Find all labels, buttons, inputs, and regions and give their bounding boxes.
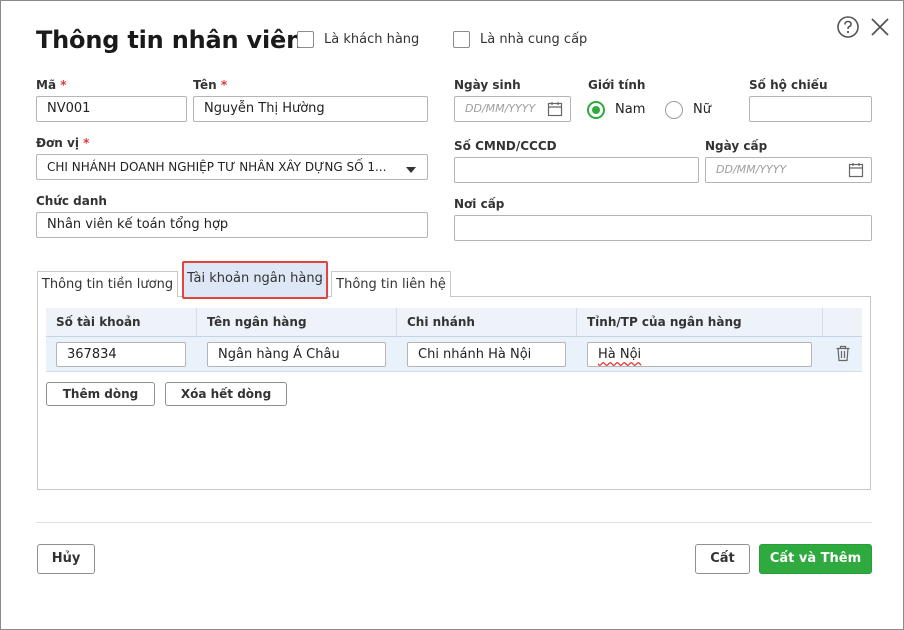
issue-place-input[interactable]	[454, 215, 872, 241]
footer-divider	[36, 522, 872, 523]
passport-input[interactable]	[749, 96, 872, 122]
code-input[interactable]: NV001	[36, 96, 187, 122]
id-number-label: Số CMND/CCCD	[454, 139, 557, 153]
trash-icon[interactable]	[835, 345, 851, 362]
tab-contact-info[interactable]: Thông tin liên hệ	[331, 271, 451, 297]
gender-male-radio[interactable]	[587, 101, 605, 119]
col-header-bank: Tên ngân hàng	[207, 315, 307, 329]
calendar-icon[interactable]	[848, 162, 864, 178]
supplier-checkbox[interactable]	[453, 31, 470, 48]
customer-checkbox[interactable]	[297, 31, 314, 48]
code-label: Mã *	[36, 78, 67, 92]
issue-date-label: Ngày cấp	[705, 139, 768, 153]
province-cell[interactable]: Hà Nội	[587, 342, 812, 367]
dialog-title: Thông tin nhân viên	[36, 26, 303, 54]
save-and-add-button[interactable]: Cất và Thêm	[759, 544, 872, 574]
bank-name-cell[interactable]: Ngân hàng Á Châu	[207, 342, 386, 367]
close-icon[interactable]	[870, 17, 890, 37]
help-icon[interactable]	[837, 16, 859, 38]
name-label: Tên *	[193, 78, 228, 92]
unit-select[interactable]: CHI NHÁNH DOANH NGHIỆP TƯ NHÂN XÂY DỰNG …	[36, 154, 428, 180]
dropdown-arrow-icon[interactable]	[406, 163, 416, 173]
position-label: Chức danh	[36, 194, 107, 208]
id-number-input[interactable]	[454, 157, 699, 183]
issue-date-placeholder: DD/MM/YYYY	[716, 163, 787, 176]
supplier-checkbox-label: Là nhà cung cấp	[480, 32, 588, 47]
gender-label: Giới tính	[588, 78, 646, 92]
dob-placeholder: DD/MM/YYYY	[465, 102, 536, 115]
gender-female-label: Nữ	[693, 102, 711, 117]
passport-label: Số hộ chiếu	[749, 78, 828, 92]
issue-place-label: Nơi cấp	[454, 197, 505, 211]
gender-male-label: Nam	[615, 102, 646, 117]
calendar-icon[interactable]	[547, 101, 563, 117]
unit-label: Đơn vị *	[36, 136, 90, 150]
gender-female-radio[interactable]	[665, 101, 683, 119]
tab-salary-info[interactable]: Thông tin tiền lương	[37, 271, 178, 297]
account-number-cell[interactable]: 367834	[56, 342, 186, 367]
employee-info-dialog: Thông tin nhân viên Là khách hàng Là nhà…	[0, 0, 904, 630]
col-header-branch: Chi nhánh	[407, 315, 475, 329]
cancel-button[interactable]: Hủy	[37, 544, 95, 574]
save-button[interactable]: Cất	[695, 544, 750, 574]
add-row-button[interactable]: Thêm dòng	[46, 382, 155, 406]
col-header-province: Tỉnh/TP của ngân hàng	[587, 315, 742, 329]
branch-cell[interactable]: Chi nhánh Hà Nội	[407, 342, 566, 367]
tab-bank-account[interactable]: Tài khoản ngân hàng	[182, 261, 328, 299]
issue-date-input[interactable]: DD/MM/YYYY	[705, 157, 872, 183]
customer-checkbox-label: Là khách hàng	[324, 32, 420, 47]
dob-label: Ngày sinh	[454, 78, 521, 92]
name-input[interactable]: Nguyễn Thị Hường	[193, 96, 428, 122]
clear-rows-button[interactable]: Xóa hết dòng	[165, 382, 287, 406]
position-input[interactable]: Nhân viên kế toán tổng hợp	[36, 212, 428, 238]
col-header-account: Số tài khoản	[56, 315, 141, 329]
